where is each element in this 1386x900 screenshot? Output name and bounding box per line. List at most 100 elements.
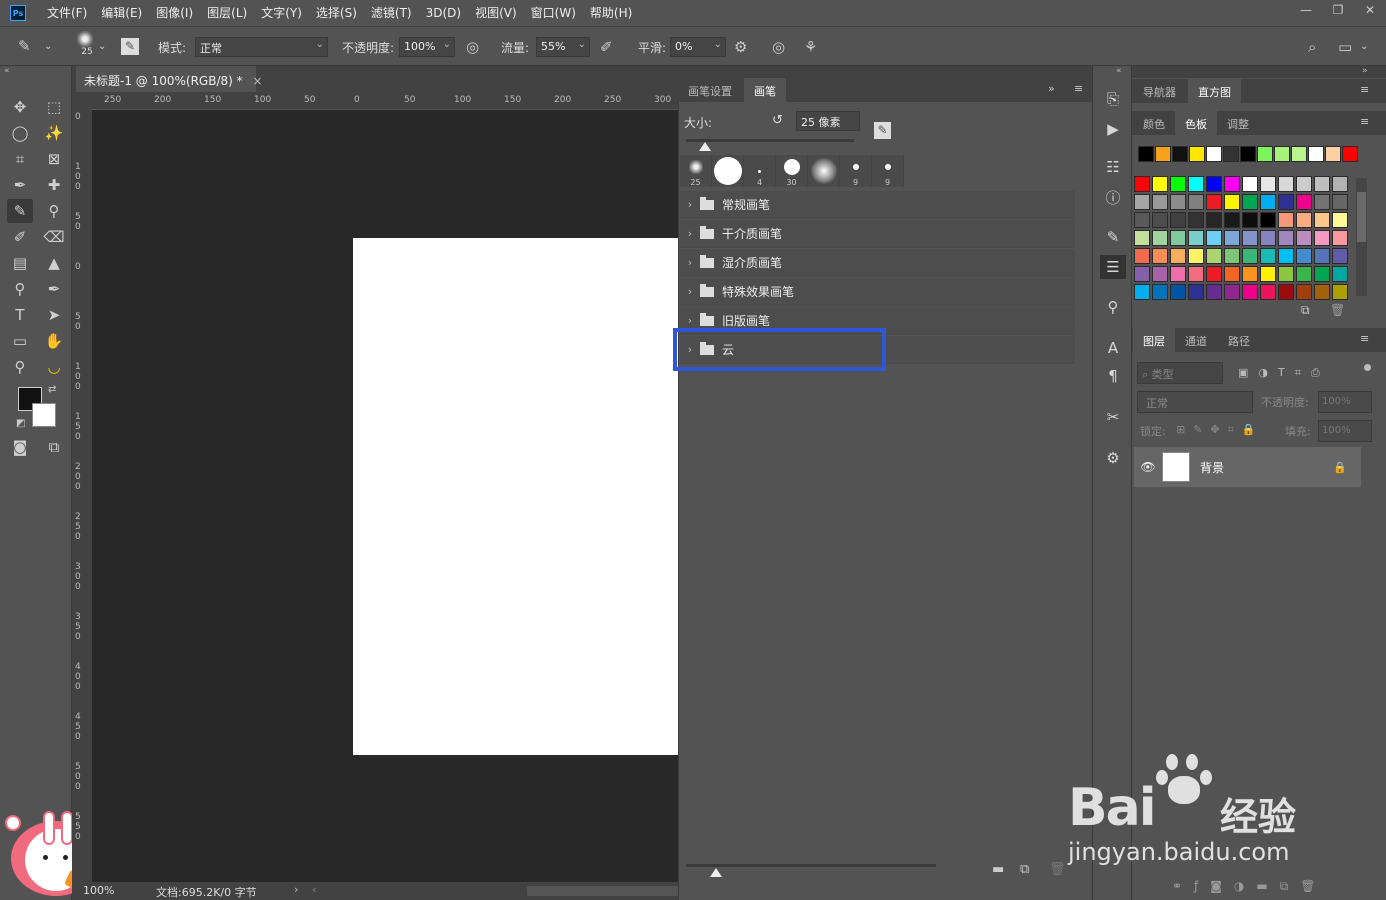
swatch[interactable] (1260, 194, 1276, 210)
recent-swatch[interactable] (1257, 146, 1273, 162)
swatch[interactable] (1332, 248, 1348, 264)
swatch[interactable] (1206, 266, 1222, 282)
swatch[interactable] (1134, 230, 1150, 246)
tab-channels[interactable]: 通道 (1175, 328, 1217, 352)
swatch[interactable] (1224, 212, 1240, 228)
swatch[interactable] (1242, 194, 1258, 210)
hand-tool-icon[interactable]: ✋ (41, 329, 67, 353)
close-button[interactable]: ✕ (1354, 0, 1386, 20)
swatch[interactable] (1314, 212, 1330, 228)
chevron-down-icon[interactable]: ⌄ (44, 38, 52, 56)
default-colors-icon[interactable]: ◩ (16, 418, 25, 429)
new-swatch-icon[interactable]: ⧉ (1301, 303, 1310, 318)
swatch[interactable] (1314, 284, 1330, 300)
swatch[interactable] (1278, 266, 1294, 282)
swatch[interactable] (1206, 248, 1222, 264)
marquee-tool-icon[interactable]: ⬚ (41, 95, 67, 119)
quick-mask-icon[interactable]: ◙ (7, 435, 33, 459)
brush-settings-toggle-icon[interactable]: ✎ (874, 122, 891, 139)
swatch[interactable] (1152, 248, 1168, 264)
airbrush-icon[interactable]: ✐ (600, 38, 613, 56)
brush-group[interactable]: › 湿介质画笔 (680, 249, 1075, 277)
chevron-right-icon[interactable]: › (682, 198, 698, 211)
brush-preset[interactable]: 4 (744, 155, 776, 187)
swatch[interactable] (1332, 284, 1348, 300)
swatch[interactable] (1332, 176, 1348, 192)
brush-settings-panel-icon[interactable]: ✎ (1100, 225, 1126, 249)
swatch[interactable] (1314, 194, 1330, 210)
move-tool-icon[interactable]: ✥ (7, 95, 33, 119)
recent-swatch[interactable] (1138, 146, 1154, 162)
paragraph-panel-icon[interactable]: ¶ (1100, 364, 1126, 388)
swatch[interactable] (1224, 248, 1240, 264)
path-selection-tool-icon[interactable]: ➤ (41, 303, 67, 327)
swatch[interactable] (1314, 266, 1330, 282)
type-tool-icon[interactable]: T (7, 303, 33, 327)
filter-toggle-icon[interactable] (1364, 364, 1371, 371)
swatch[interactable] (1188, 266, 1204, 282)
swatch[interactable] (1332, 230, 1348, 246)
swatch[interactable] (1206, 212, 1222, 228)
trash-icon[interactable]: 🗑 (1330, 303, 1345, 317)
swatch[interactable] (1260, 284, 1276, 300)
preview-slider-handle[interactable] (710, 868, 722, 877)
opacity-input[interactable]: 100% ⌄ (399, 37, 455, 57)
swatch[interactable] (1296, 284, 1312, 300)
swatch[interactable] (1278, 248, 1294, 264)
swatch[interactable] (1152, 194, 1168, 210)
swatch-scrollbar[interactable] (1356, 178, 1367, 296)
swatch[interactable] (1170, 266, 1186, 282)
horizontal-scrollbar[interactable] (527, 886, 678, 896)
swatch[interactable] (1278, 176, 1294, 192)
recent-swatch[interactable] (1240, 146, 1256, 162)
swatch[interactable] (1314, 176, 1330, 192)
libraries-icon[interactable]: ⚙ (1100, 446, 1126, 470)
zoom-tool-icon[interactable]: ⚲ (7, 355, 33, 379)
menu-item[interactable]: 图像(I) (149, 0, 200, 26)
layer-filter-select[interactable]: ⌕ 类型 (1137, 362, 1223, 384)
swatch[interactable] (1242, 230, 1258, 246)
swatch[interactable] (1188, 212, 1204, 228)
swatch[interactable] (1332, 194, 1348, 210)
workspace-icon[interactable]: ▭ (1338, 38, 1352, 56)
smoothing-input[interactable]: 0% ⌄ (670, 37, 726, 57)
trash-icon[interactable]: 🗑 (1049, 862, 1066, 877)
brush-tool-icon[interactable]: ✎ (18, 37, 31, 55)
swatch[interactable] (1152, 266, 1168, 282)
swatch[interactable] (1278, 230, 1294, 246)
tab-swatches[interactable]: 色板 (1175, 111, 1217, 135)
pen-tool-icon[interactable]: ✒ (41, 277, 67, 301)
collapse-arrows-icon[interactable]: » (1362, 66, 1368, 76)
swatch[interactable] (1278, 284, 1294, 300)
menu-item[interactable]: 3D(D) (419, 0, 468, 26)
eyedropper-tool-icon[interactable]: ✒ (7, 173, 33, 197)
preview-size-slider[interactable] (686, 864, 936, 867)
brush-preset[interactable]: 9 (872, 155, 904, 187)
size-input[interactable]: 25 像素 (796, 111, 860, 131)
collapse-arrows-icon[interactable]: « (4, 66, 10, 76)
swatch[interactable] (1296, 266, 1312, 282)
new-group-icon[interactable]: ▬ (992, 862, 1004, 877)
swatch[interactable] (1134, 176, 1150, 192)
history-panel-icon[interactable]: ⎘ (1100, 87, 1126, 111)
brush-group[interactable]: › 常规画笔 (680, 191, 1075, 219)
swatch[interactable] (1134, 212, 1150, 228)
swatch[interactable] (1188, 248, 1204, 264)
gear-icon[interactable]: ⚙ (734, 38, 747, 56)
background-color-swatch[interactable] (32, 403, 56, 427)
recent-swatch[interactable] (1189, 146, 1205, 162)
brush-group[interactable]: › 特殊效果画笔 (680, 278, 1075, 306)
swatch[interactable] (1188, 194, 1204, 210)
character-panel-icon[interactable]: A (1100, 336, 1126, 360)
swatch[interactable] (1206, 194, 1222, 210)
menu-item[interactable]: 文件(F) (40, 0, 94, 26)
fill-input[interactable]: 100% (1318, 420, 1372, 442)
menu-item[interactable]: 滤镜(T) (364, 0, 419, 26)
symmetry-icon[interactable]: ⚘ (804, 38, 817, 56)
tab-paths[interactable]: 路径 (1218, 328, 1260, 352)
chevron-right-icon[interactable]: › (294, 883, 298, 896)
tab-adjustments[interactable]: 调整 (1217, 111, 1259, 135)
flow-input[interactable]: 55% ⌄ (536, 37, 590, 57)
clone-stamp-tool-icon[interactable]: ⚲ (41, 199, 67, 223)
recent-swatch[interactable] (1172, 146, 1188, 162)
